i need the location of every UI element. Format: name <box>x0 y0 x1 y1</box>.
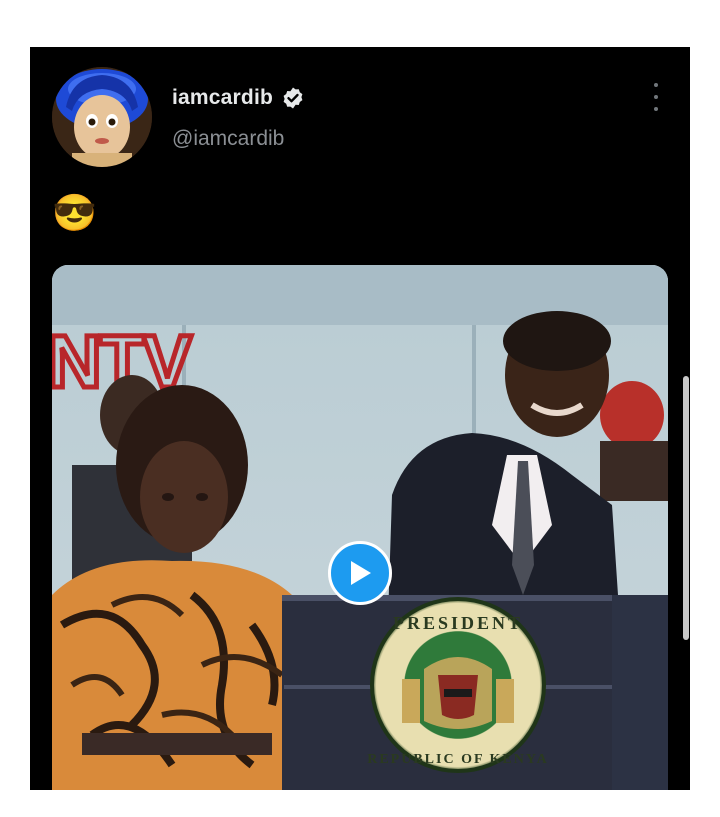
avatar[interactable] <box>52 67 152 167</box>
play-icon <box>351 561 371 585</box>
play-button[interactable] <box>328 541 392 605</box>
video-thumbnail: NTV PRESIDENT REPUBLIC OF KENYA <box>52 265 668 790</box>
display-name[interactable]: iamcardib <box>172 86 273 110</box>
svg-text:REPUBLIC OF KENYA: REPUBLIC OF KENYA <box>367 752 549 767</box>
more-vertical-icon[interactable] <box>646 83 666 111</box>
author-handle[interactable]: @iamcardib <box>172 127 284 151</box>
scrollbar[interactable] <box>683 376 689 640</box>
author-name-row: iamcardib <box>172 83 305 113</box>
video-player[interactable]: NTV PRESIDENT REPUBLIC OF KENYA <box>52 265 668 790</box>
verified-badge-icon <box>283 87 303 109</box>
tweet-card: iamcardib @iamcardib 😎 NTV PRESIDENT REP… <box>30 47 690 790</box>
post-text: 😎 <box>52 192 97 233</box>
svg-text:PRESIDENT: PRESIDENT <box>393 613 523 633</box>
avatar-image <box>52 67 152 167</box>
